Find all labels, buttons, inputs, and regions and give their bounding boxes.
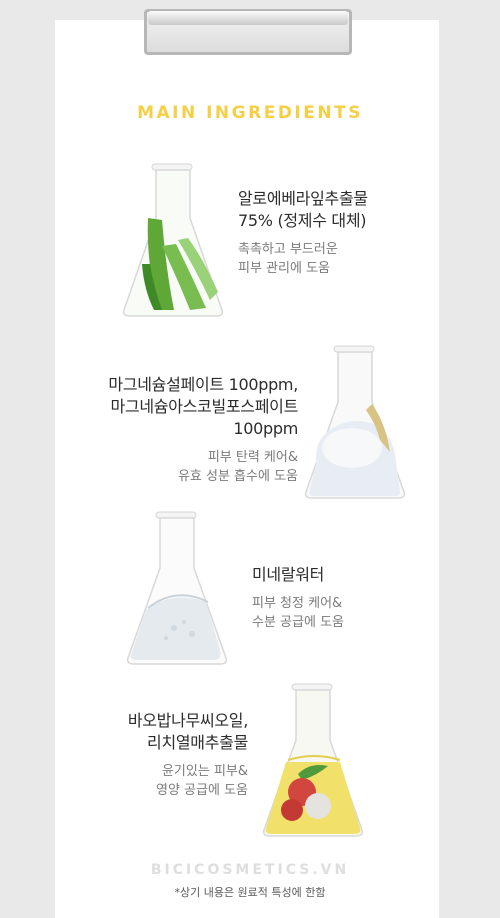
page-title: MAIN INGREDIENTS (137, 103, 363, 123)
salt-flask-image (304, 345, 406, 499)
ingredient-magnesium: 마그네슘설페이트 100ppm, 마그네슘아스코빌포스페이트 100ppm 피부… (60, 374, 298, 486)
ingredient-mineral-water: 미네랄워터 피부 청정 케어& 수분 공급에 도움 (252, 564, 432, 632)
aloe-flask-image (122, 163, 224, 317)
ingredient-name: 미네랄워터 (252, 565, 325, 584)
ingredient-name: 마그네슘설페이트 100ppm, 마그네슘아스코빌포스페이트 100ppm (108, 375, 298, 438)
footer-note: *상기 내용은 원료적 특성에 한함 (174, 886, 326, 899)
ingredient-aloe: 알로에베라잎추출물 75% (정제수 대체) 촉촉하고 부드러운 피부 관리에 … (238, 188, 428, 278)
ingredient-description: 피부 탄력 케어& 유효 성분 흡수에 도움 (177, 450, 298, 484)
ingredient-name: 알로에베라잎추출물 75% (정제수 대체) (238, 189, 368, 230)
ingredient-description: 촉촉하고 부드러운 피부 관리에 도움 (238, 242, 338, 276)
footer-brand-watermark: BICICOSMETICS.VN (150, 862, 350, 878)
clipboard-clip-bar (148, 11, 348, 25)
water-flask-image (126, 511, 228, 665)
ingredient-name: 바오밥나무씨오일, 리치열매추출물 (127, 711, 248, 752)
oil-lychee-flask-image (262, 683, 364, 837)
ingredient-description: 윤기있는 피부& 영양 공급에 도움 (156, 764, 248, 798)
ingredient-baobab-lychee: 바오밥나무씨오일, 리치열매추출물 윤기있는 피부& 영양 공급에 도움 (60, 710, 248, 800)
ingredient-description: 피부 청정 케어& 수분 공급에 도움 (252, 596, 344, 630)
